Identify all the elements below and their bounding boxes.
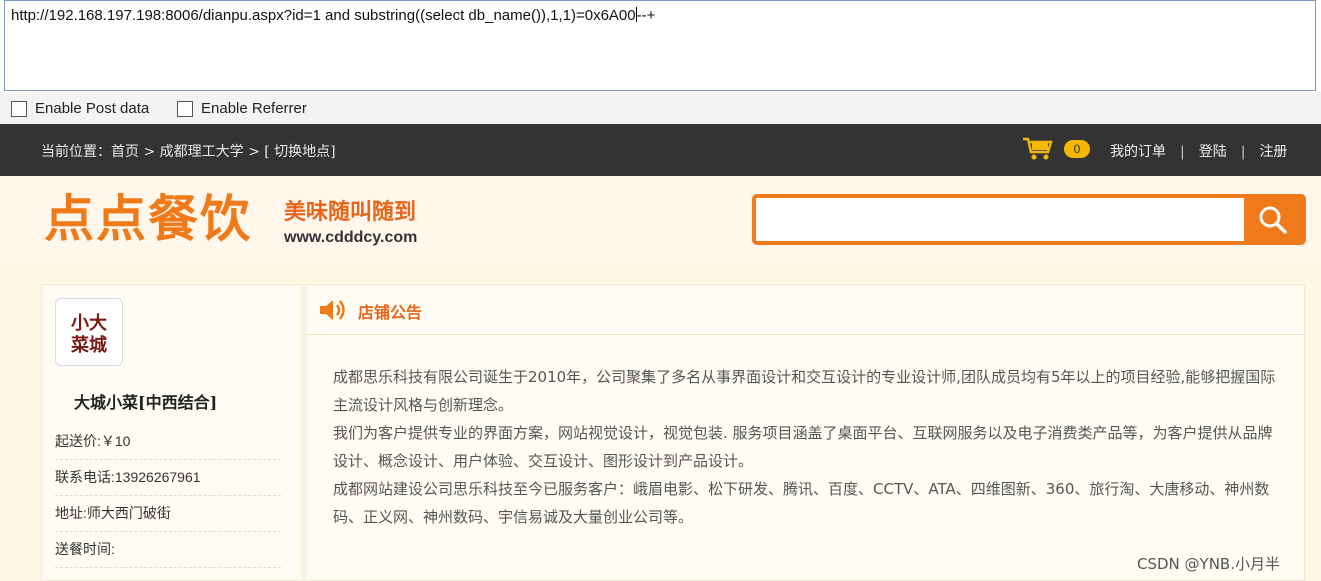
shop-phone: 联系电话:13926267961	[55, 467, 281, 496]
notice-header: 店铺公告	[306, 285, 1304, 335]
cart-icon[interactable]	[1022, 137, 1054, 165]
site-logo[interactable]: 点点餐饮	[44, 188, 252, 250]
search-icon	[1259, 206, 1287, 234]
watermark: CSDN @YNB.小月半	[1137, 555, 1280, 573]
divider: |	[1240, 144, 1246, 160]
notice-paragraph: 成都网站建设公司思乐科技至今已服务客户：峨眉电影、松下研发、腾讯、百度、CCTV…	[333, 480, 1270, 526]
enable-referrer-checkbox[interactable]	[177, 100, 193, 117]
search-input[interactable]	[760, 201, 1240, 238]
speaker-icon	[318, 297, 348, 327]
notice-paragraph: 我们为客户提供专业的界面方案，网站视觉设计，视觉包装. 服务项目涵盖了桌面平台、…	[333, 424, 1273, 470]
enable-post-label: Enable Post data	[35, 100, 150, 117]
top-nav: 当前位置：首页 > 成都理工大学 > [ 切换地点] 0 我的订单 | 登陆 | 注册	[0, 124, 1321, 176]
notice-title: 店铺公告	[358, 303, 423, 322]
site-header: 点点餐饮 美味随叫随到 www.cdddcy.com	[0, 176, 1321, 264]
search-box	[752, 194, 1306, 245]
shop-address: 地址:师大西门破街	[55, 503, 281, 532]
enable-post-option[interactable]: Enable Post data	[11, 100, 149, 117]
url-text: http://192.168.197.198:8006/dianpu.aspx?…	[11, 7, 636, 24]
shop-logo: 小大 菜城	[55, 298, 123, 366]
site-slogan: 美味随叫随到	[284, 200, 417, 225]
register-link[interactable]: 注册	[1259, 144, 1287, 160]
notice-panel: 店铺公告 成都思乐科技有限公司诞生于2010年，公司聚集了多名从事界面设计和交互…	[305, 284, 1305, 581]
search-button[interactable]	[1244, 198, 1302, 241]
url-textarea[interactable]: http://192.168.197.198:8006/dianpu.aspx?…	[4, 0, 1316, 91]
cart-count-badge: 0	[1064, 140, 1090, 158]
shop-name: 大城小菜[中西结合]	[74, 393, 218, 412]
user-links: 我的订单 | 登陆 | 注册	[1110, 141, 1287, 161]
shop-delivery-time: 送餐时间:	[55, 539, 281, 568]
hackbar-options: Enable Post data Enable Referrer	[0, 92, 1321, 124]
notice-body: 成都思乐科技有限公司诞生于2010年，公司聚集了多名从事界面设计和交互设计的专业…	[333, 363, 1283, 531]
main-content: 小大 菜城 大城小菜[中西结合] 起送价:￥10 联系电话:1392626796…	[0, 264, 1321, 581]
svg-text:小大: 小大	[71, 312, 107, 334]
enable-post-checkbox[interactable]	[11, 100, 27, 117]
site-url: www.cdddcy.com	[284, 229, 418, 246]
breadcrumb[interactable]: 当前位置：首页 > 成都理工大学 > [ 切换地点]	[41, 141, 336, 161]
url-tail-text: --+	[636, 7, 656, 24]
svg-text:菜城: 菜城	[70, 334, 107, 356]
notice-paragraph: 成都思乐科技有限公司诞生于2010年，公司聚集了多名从事界面设计和交互设计的专业…	[333, 368, 1276, 414]
shop-card: 小大 菜城 大城小菜[中西结合] 起送价:￥10 联系电话:1392626796…	[41, 284, 303, 581]
login-link[interactable]: 登陆	[1199, 144, 1227, 160]
enable-referrer-label: Enable Referrer	[201, 100, 307, 117]
my-orders-link[interactable]: 我的订单	[1110, 144, 1166, 160]
enable-referrer-option[interactable]: Enable Referrer	[177, 100, 307, 117]
shop-min-price: 起送价:￥10	[55, 431, 281, 460]
divider: |	[1180, 144, 1185, 160]
